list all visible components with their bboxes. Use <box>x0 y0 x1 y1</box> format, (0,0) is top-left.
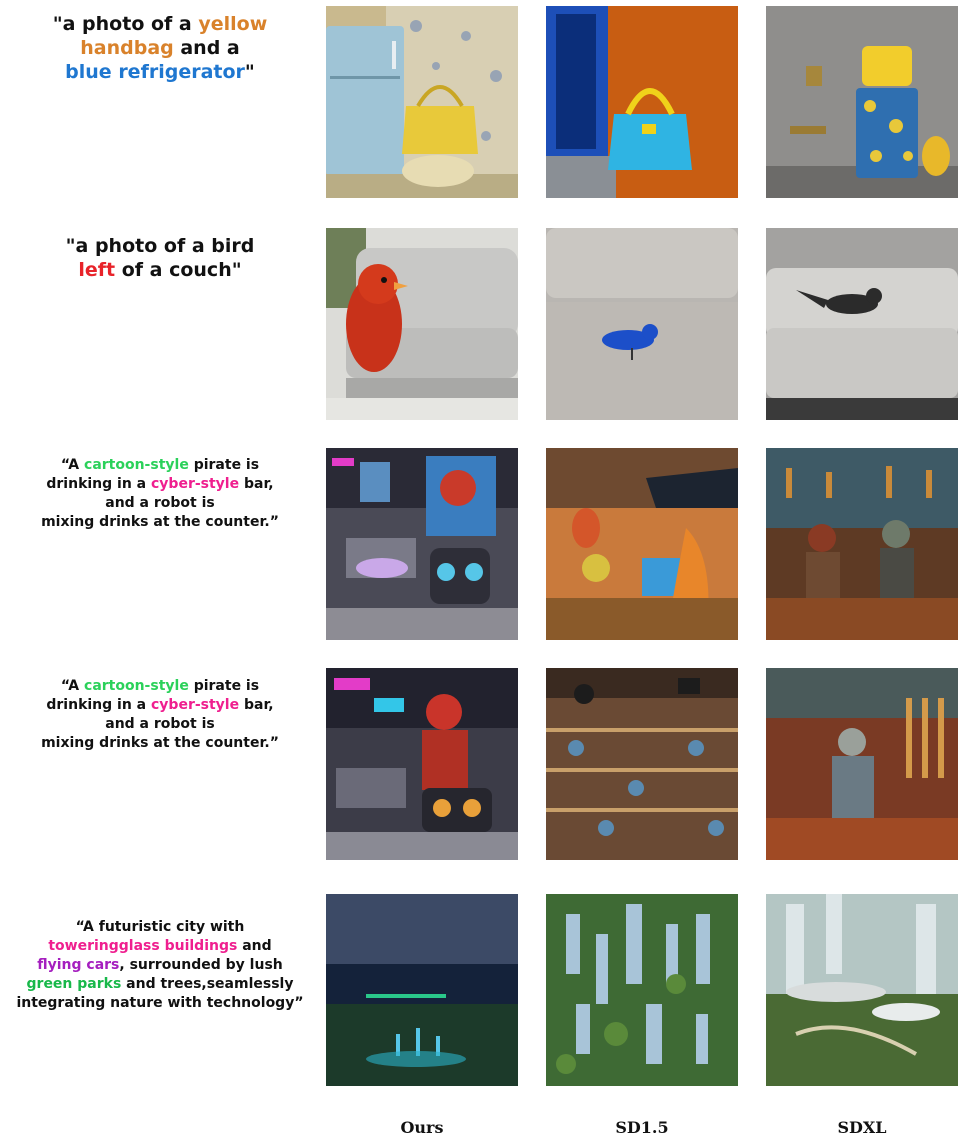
prompt-text: drinking in a <box>46 476 151 492</box>
prompt-row-4: “A cartoon-style pirate is drinking in a… <box>0 677 320 753</box>
prompt-text: , surrounded by lush <box>119 957 283 973</box>
prompt-text: “A futuristic city with <box>75 919 245 935</box>
prompt-row-5: “A futuristic city with toweringglass bu… <box>0 918 320 1013</box>
prompt-highlight: toweringglass buildings <box>48 938 238 954</box>
image-sdxl-city <box>766 894 958 1086</box>
prompt-text: " <box>244 61 255 83</box>
prompt-text: mixing drinks at the counter.” <box>41 735 279 751</box>
image-sd15-bird-couch <box>546 228 738 420</box>
image-sd15-handbag-fridge <box>546 6 738 198</box>
image-ours-pirate-bar-2 <box>326 668 518 860</box>
prompt-text: “A <box>60 678 85 694</box>
prompt-highlight: cartoon-style <box>84 678 189 694</box>
prompt-text: mixing drinks at the counter.” <box>41 514 279 530</box>
prompt-text: and a robot is <box>105 495 215 511</box>
prompt-highlight: left <box>78 259 116 281</box>
prompt-row-2: "a photo of a bird left of a couch" <box>0 234 320 282</box>
prompt-highlight: cyber-style <box>151 476 240 492</box>
prompt-highlight: cyber-style <box>151 697 240 713</box>
prompt-text: and a <box>173 37 240 59</box>
image-ours-bird-couch <box>326 228 518 420</box>
prompt-text: pirate is <box>188 678 260 694</box>
prompt-text: bar, <box>239 476 274 492</box>
prompt-row-1: "a photo of a yellow handbag and a blue … <box>0 12 320 84</box>
prompt-text: and trees,seamlessly <box>121 976 294 992</box>
prompt-highlight: flying cars <box>37 957 120 973</box>
prompt-text: "a photo of a bird <box>65 235 255 257</box>
prompt-text: bar, <box>239 697 274 713</box>
image-ours-handbag-fridge <box>326 6 518 198</box>
image-sdxl-bird-couch <box>766 228 958 420</box>
prompt-highlight: handbag <box>80 37 174 59</box>
image-sd15-pirate-bar-2 <box>546 668 738 860</box>
prompt-highlight: cartoon-style <box>84 457 189 473</box>
prompt-text: and a robot is <box>105 716 215 732</box>
prompt-text: integrating nature with technology” <box>16 995 304 1011</box>
image-sdxl-pirate-bar-1 <box>766 448 958 640</box>
prompt-text: "a photo of a <box>52 13 199 35</box>
image-ours-city <box>326 894 518 1086</box>
prompt-text: drinking in a <box>46 697 151 713</box>
prompt-row-3: “A cartoon-style pirate is drinking in a… <box>0 456 320 532</box>
prompt-text: of a couch" <box>115 259 242 281</box>
image-sdxl-handbag-fridge <box>766 6 958 198</box>
image-ours-pirate-bar-1 <box>326 448 518 640</box>
prompt-text: “A <box>60 457 85 473</box>
prompt-highlight: green parks <box>26 976 122 992</box>
column-label-ours: Ours <box>400 1118 444 1137</box>
image-sd15-pirate-bar-1 <box>546 448 738 640</box>
prompt-text: pirate is <box>188 457 260 473</box>
column-label-sd15: SD1.5 <box>615 1118 669 1137</box>
prompt-text: and <box>237 938 272 954</box>
image-sd15-city <box>546 894 738 1086</box>
image-sdxl-pirate-bar-2 <box>766 668 958 860</box>
column-label-sdxl: SDXL <box>837 1118 887 1137</box>
prompt-highlight: blue refrigerator <box>65 61 245 83</box>
prompt-highlight: yellow <box>198 13 268 35</box>
